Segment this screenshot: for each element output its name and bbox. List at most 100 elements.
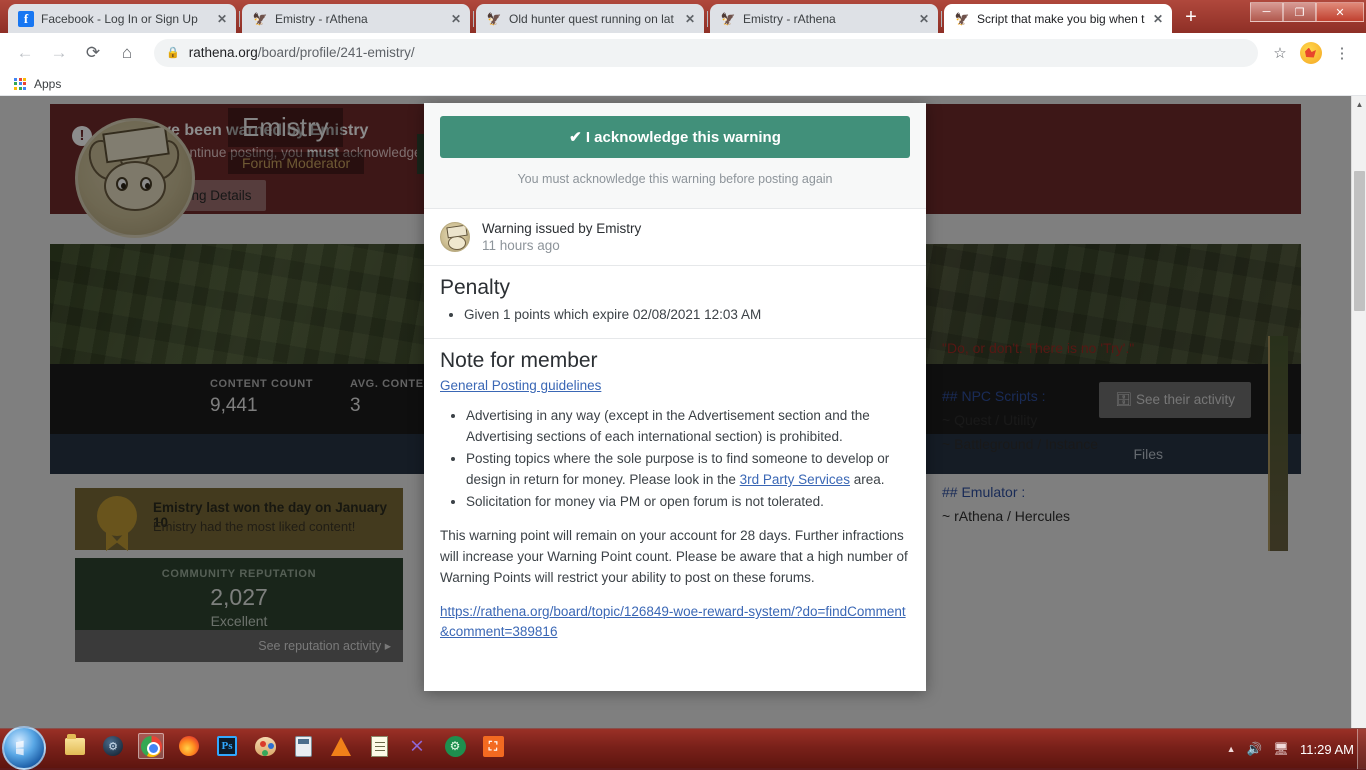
browser-tab-emistry-1[interactable]: 🦅 Emistry - rAthena ✕ [242, 4, 470, 33]
windows-taskbar: ⚙ Ps ⨯ ⚙ ⛶ ▲ 🔊 🖥 11:29 AM [0, 728, 1366, 768]
browser-tab-old-hunter-quest[interactable]: 🦅 Old hunter quest running on lat ✕ [476, 4, 704, 33]
tab-title: Facebook - Log In or Sign Up [41, 12, 214, 26]
warning-source-link[interactable]: https://rathena.org/board/topic/126849-w… [440, 602, 910, 642]
penalty-heading: Penalty [440, 276, 910, 300]
minimize-button[interactable]: ─ [1250, 2, 1283, 22]
scroll-up-arrow-icon[interactable]: ▲ [1352, 96, 1366, 113]
chrome-browser-window: f Facebook - Log In or Sign Up ✕ 🦅 Emist… [0, 0, 1366, 740]
scrollbar-thumb[interactable] [1354, 171, 1365, 311]
vlc-icon [331, 737, 351, 756]
issuer-name: Warning issued by Emistry [482, 221, 641, 236]
maximize-button[interactable]: ❐ [1283, 2, 1316, 22]
acknowledge-label: I acknowledge this warning [586, 129, 781, 146]
issuer-time: 11 hours ago [482, 238, 641, 253]
taskbar-item-green-app[interactable]: ⚙ [442, 733, 468, 759]
xampp-icon: ⛶ [483, 736, 504, 757]
warning-retention-paragraph: This warning point will remain on your a… [440, 525, 910, 588]
paint-icon [255, 737, 276, 756]
issuer-avatar[interactable] [440, 222, 470, 252]
rathena-icon: 🦅 [954, 11, 970, 27]
rathena-icon: 🦅 [486, 11, 502, 27]
taskbar-item-visual-studio[interactable]: ⨯ [404, 733, 430, 759]
explorer-icon [65, 738, 85, 755]
browser-tab-facebook[interactable]: f Facebook - Log In or Sign Up ✕ [8, 4, 236, 33]
firefox-icon [179, 736, 199, 756]
window-controls: ─ ❐ ✕ [1250, 2, 1364, 22]
taskbar-item-windows-explorer[interactable] [62, 733, 88, 759]
home-icon[interactable]: ⌂ [112, 38, 142, 68]
close-icon[interactable]: ✕ [448, 11, 464, 27]
close-icon[interactable]: ✕ [1150, 11, 1166, 27]
browser-tab-strip: f Facebook - Log In or Sign Up ✕ 🦅 Emist… [0, 0, 1366, 33]
calculator-icon [295, 736, 312, 757]
tab-title: Script that make you big when t [977, 12, 1150, 26]
taskbar-item-photoshop[interactable]: Ps [214, 733, 240, 759]
network-icon[interactable]: 🖥 [1273, 742, 1289, 757]
volume-icon[interactable]: 🔊 [1247, 742, 1263, 757]
taskbar-item-vlc[interactable] [328, 733, 354, 759]
tab-title: Emistry - rAthena [275, 12, 448, 26]
steam-icon: ⚙ [103, 736, 123, 756]
penalty-section: Penalty Given 1 points which expire 02/0… [424, 266, 926, 339]
url-host: rathena.org [189, 45, 258, 60]
bookmark-star-icon[interactable]: ☆ [1266, 39, 1294, 67]
taskbar-item-google-chrome[interactable] [138, 733, 164, 759]
general-posting-guidelines-link[interactable]: General Posting guidelines [440, 378, 601, 393]
third-party-services-link[interactable]: 3rd Party Services [740, 472, 850, 487]
warning-details-modal: ✔ I acknowledge this warning You must ac… [424, 103, 926, 691]
chrome-icon [141, 736, 162, 757]
chrome-menu-icon[interactable]: ⋮ [1328, 39, 1356, 67]
taskbar-item-calculator[interactable] [290, 733, 316, 759]
show-desktop-button[interactable] [1357, 729, 1366, 769]
taskbar-item-paint[interactable] [252, 733, 278, 759]
forward-icon[interactable]: → [44, 38, 74, 68]
taskbar-item-notepad[interactable] [366, 733, 392, 759]
lock-icon: 🔒 [166, 46, 180, 59]
taskbar-item-firefox[interactable] [176, 733, 202, 759]
taskbar-item-steam[interactable]: ⚙ [100, 733, 126, 759]
photoshop-icon: Ps [217, 736, 237, 756]
facebook-icon: f [18, 11, 34, 27]
taskbar-item-xampp[interactable]: ⛶ [480, 733, 506, 759]
bookmark-apps-label[interactable]: Apps [34, 77, 61, 91]
rathena-profile-page: ! You have been warned by Emistry In ord… [0, 96, 1351, 740]
guideline-2-post: area. [850, 472, 885, 487]
acknowledge-warning-button[interactable]: ✔ I acknowledge this warning [440, 116, 910, 158]
close-icon[interactable]: ✕ [682, 11, 698, 27]
acknowledge-note: You must acknowledge this warning before… [440, 172, 910, 186]
taskbar-clock[interactable]: 11:29 AM [1300, 742, 1354, 757]
green-circle-icon: ⚙ [445, 736, 466, 757]
taskbar-items: ⚙ Ps ⨯ ⚙ ⛶ [62, 733, 506, 759]
system-tray: ▲ 🔊 🖥 11:29 AM [1227, 729, 1354, 769]
browser-tab-emistry-2[interactable]: 🦅 Emistry - rAthena ✕ [710, 4, 938, 33]
notepad-icon [371, 736, 388, 757]
extension-icon[interactable] [1300, 42, 1322, 64]
apps-grid-icon[interactable] [14, 78, 26, 90]
page-scrollbar[interactable]: ▲ ▼ [1351, 96, 1366, 740]
tab-title: Emistry - rAthena [743, 12, 916, 26]
browser-toolbar: ← → ⟳ ⌂ 🔒 rathena.org/board/profile/241-… [0, 33, 1366, 72]
url-path: /board/profile/241-emistry/ [258, 45, 415, 60]
rathena-icon: 🦅 [252, 11, 268, 27]
tray-expand-icon[interactable]: ▲ [1227, 744, 1236, 754]
close-icon[interactable]: ✕ [214, 11, 230, 27]
close-button[interactable]: ✕ [1316, 2, 1364, 22]
start-button[interactable] [2, 726, 46, 770]
note-for-member-section: Note for member General Posting guidelin… [424, 339, 926, 654]
back-icon[interactable]: ← [10, 38, 40, 68]
tab-title: Old hunter quest running on lat [509, 12, 682, 26]
acknowledge-section: ✔ I acknowledge this warning You must ac… [424, 103, 926, 208]
browser-tab-script-big[interactable]: 🦅 Script that make you big when t ✕ [944, 4, 1172, 33]
reload-icon[interactable]: ⟳ [78, 38, 108, 68]
new-tab-button[interactable]: + [1177, 4, 1205, 32]
tab-separator [239, 11, 240, 27]
address-bar[interactable]: 🔒 rathena.org/board/profile/241-emistry/ [154, 39, 1258, 67]
bookmarks-bar: Apps [0, 72, 1366, 96]
tab-separator [941, 11, 942, 27]
guideline-item-1: Advertising in any way (except in the Ad… [466, 405, 910, 447]
warning-issuer-row: Warning issued by Emistry 11 hours ago [424, 208, 926, 266]
guideline-item-3: Solicitation for money via PM or open fo… [466, 491, 910, 512]
close-icon[interactable]: ✕ [916, 11, 932, 27]
guideline-item-2: Posting topics where the sole purpose is… [466, 448, 910, 490]
penalty-item: Given 1 points which expire 02/08/2021 1… [464, 304, 910, 326]
